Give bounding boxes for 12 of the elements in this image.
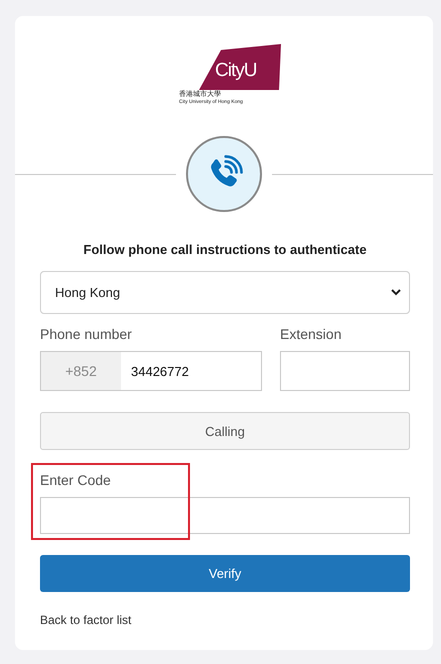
chevron-down-icon — [391, 289, 401, 296]
logo-wordmark: CityU — [215, 60, 256, 82]
extension-field[interactable] — [280, 351, 410, 391]
country-select[interactable]: Hong Kong — [40, 271, 410, 314]
enter-code-label: Enter Code — [40, 472, 112, 488]
phone-number-label: Phone number — [40, 326, 133, 342]
verify-button[interactable]: Verify — [40, 555, 410, 592]
back-link[interactable]: Back to factor list — [40, 613, 132, 627]
phone-number-field[interactable]: +852 34426772 — [40, 351, 262, 391]
code-field[interactable] — [40, 497, 410, 534]
instructions-heading: Follow phone call instructions to authenticate — [82, 242, 368, 257]
extension-label: Extension — [280, 326, 342, 342]
